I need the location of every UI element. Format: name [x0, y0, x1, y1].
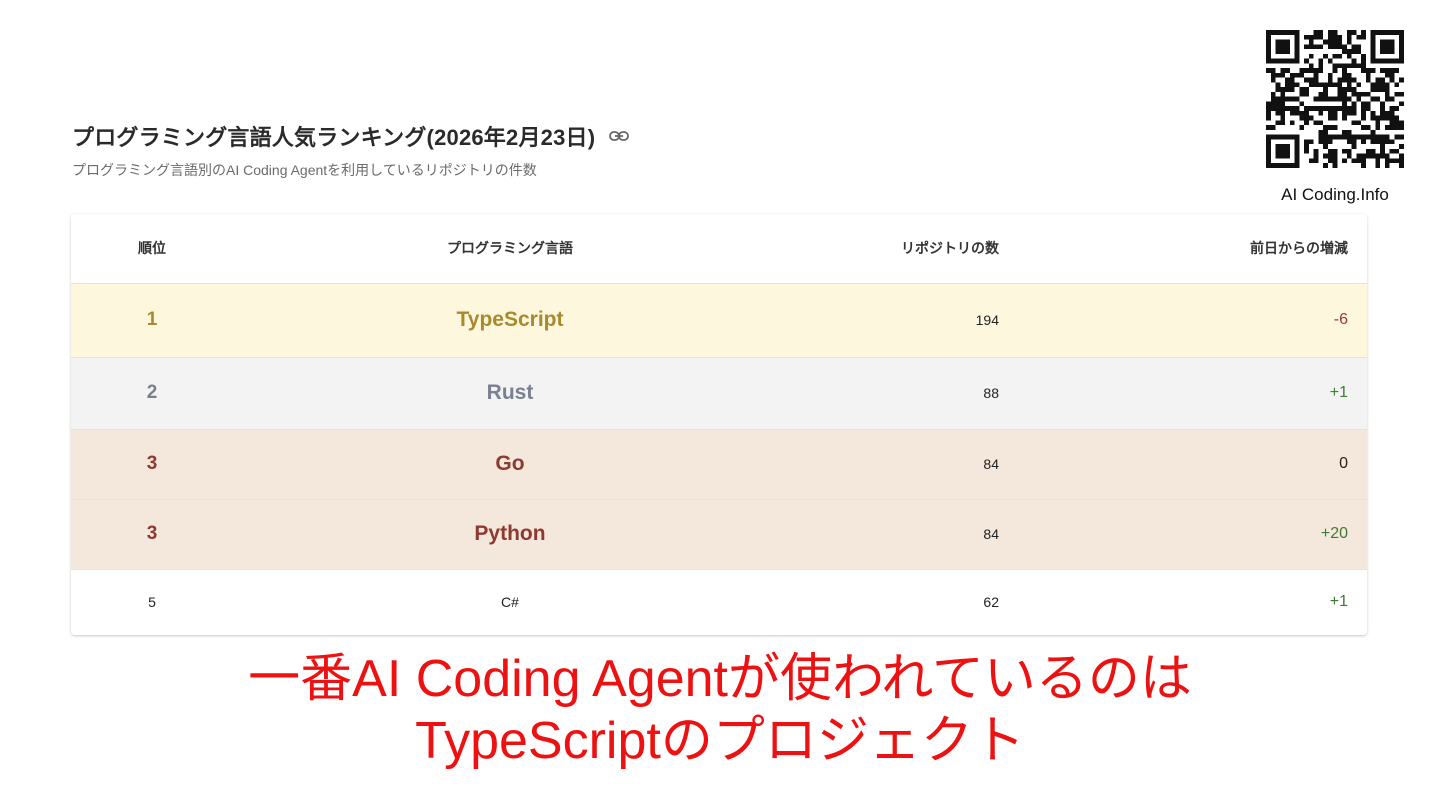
- table-row: 3 Go 84 0: [71, 429, 1367, 500]
- language-cell: Python: [233, 499, 663, 570]
- diff-cell: +1: [1329, 593, 1348, 611]
- ranking-table: 順位 プログラミング言語 リポジトリの数 前日からの増減 1 TypeScrip…: [71, 214, 1367, 635]
- rank-cell: 3: [71, 499, 233, 570]
- table-row: 2 Rust 88 +1: [71, 357, 1367, 430]
- caption-line-1: 一番AI Coding Agentが使われているのは: [248, 650, 1192, 708]
- rank-cell: 5: [148, 594, 156, 611]
- page-subtitle: プログラミング言語別のAI Coding Agentを利用しているリポジトリの件…: [72, 162, 537, 178]
- rank-cell: 3: [71, 429, 233, 500]
- page-title: プログラミング言語人気ランキング(2026年2月23日): [72, 125, 596, 150]
- page: プログラミング言語人気ランキング(2026年2月23日) プログラミング言語別の…: [0, 0, 1440, 810]
- diff-cell: +1: [1011, 357, 1367, 430]
- repo-count-cell: 84: [663, 499, 1011, 570]
- link-icon[interactable]: [609, 129, 631, 143]
- header-repo-count[interactable]: リポジトリの数: [663, 214, 1011, 284]
- rank-cell: 1: [71, 283, 233, 358]
- caption: 一番AI Coding Agentが使われているのは TypeScriptのプロ…: [0, 648, 1440, 772]
- rank-cell: 2: [71, 357, 233, 430]
- language-cell: TypeScript: [233, 283, 663, 358]
- brand-name: AI Coding.Info: [1281, 185, 1389, 204]
- header-rank[interactable]: 順位: [71, 214, 233, 284]
- repo-count-cell: 62: [983, 594, 999, 611]
- qr-code-icon: [1266, 30, 1404, 168]
- title-row: プログラミング言語人気ランキング(2026年2月23日): [72, 120, 631, 152]
- language-cell: Go: [233, 429, 663, 500]
- ranking-header: プログラミング言語人気ランキング(2026年2月23日) プログラミング言語別の…: [72, 120, 631, 180]
- diff-cell: -6: [1011, 283, 1367, 358]
- repo-count-cell: 88: [663, 357, 1011, 430]
- diff-cell: +20: [1011, 499, 1367, 570]
- repo-count-cell: 194: [663, 283, 1011, 358]
- repo-count-cell: 84: [663, 429, 1011, 500]
- header-language[interactable]: プログラミング言語: [233, 214, 663, 284]
- table-row: 5 C# 62 +1: [71, 569, 1367, 635]
- caption-line-2: TypeScriptのプロジェクト: [415, 712, 1025, 770]
- language-cell: Rust: [233, 357, 663, 430]
- language-cell: C#: [501, 594, 519, 611]
- table-row: 3 Python 84 +20: [71, 499, 1367, 570]
- table-header-row: 順位 プログラミング言語 リポジトリの数 前日からの増減: [71, 214, 1367, 284]
- diff-cell: 0: [1011, 429, 1367, 500]
- table-row: 1 TypeScript 194 -6: [71, 283, 1367, 358]
- header-diff[interactable]: 前日からの増減: [1011, 214, 1367, 284]
